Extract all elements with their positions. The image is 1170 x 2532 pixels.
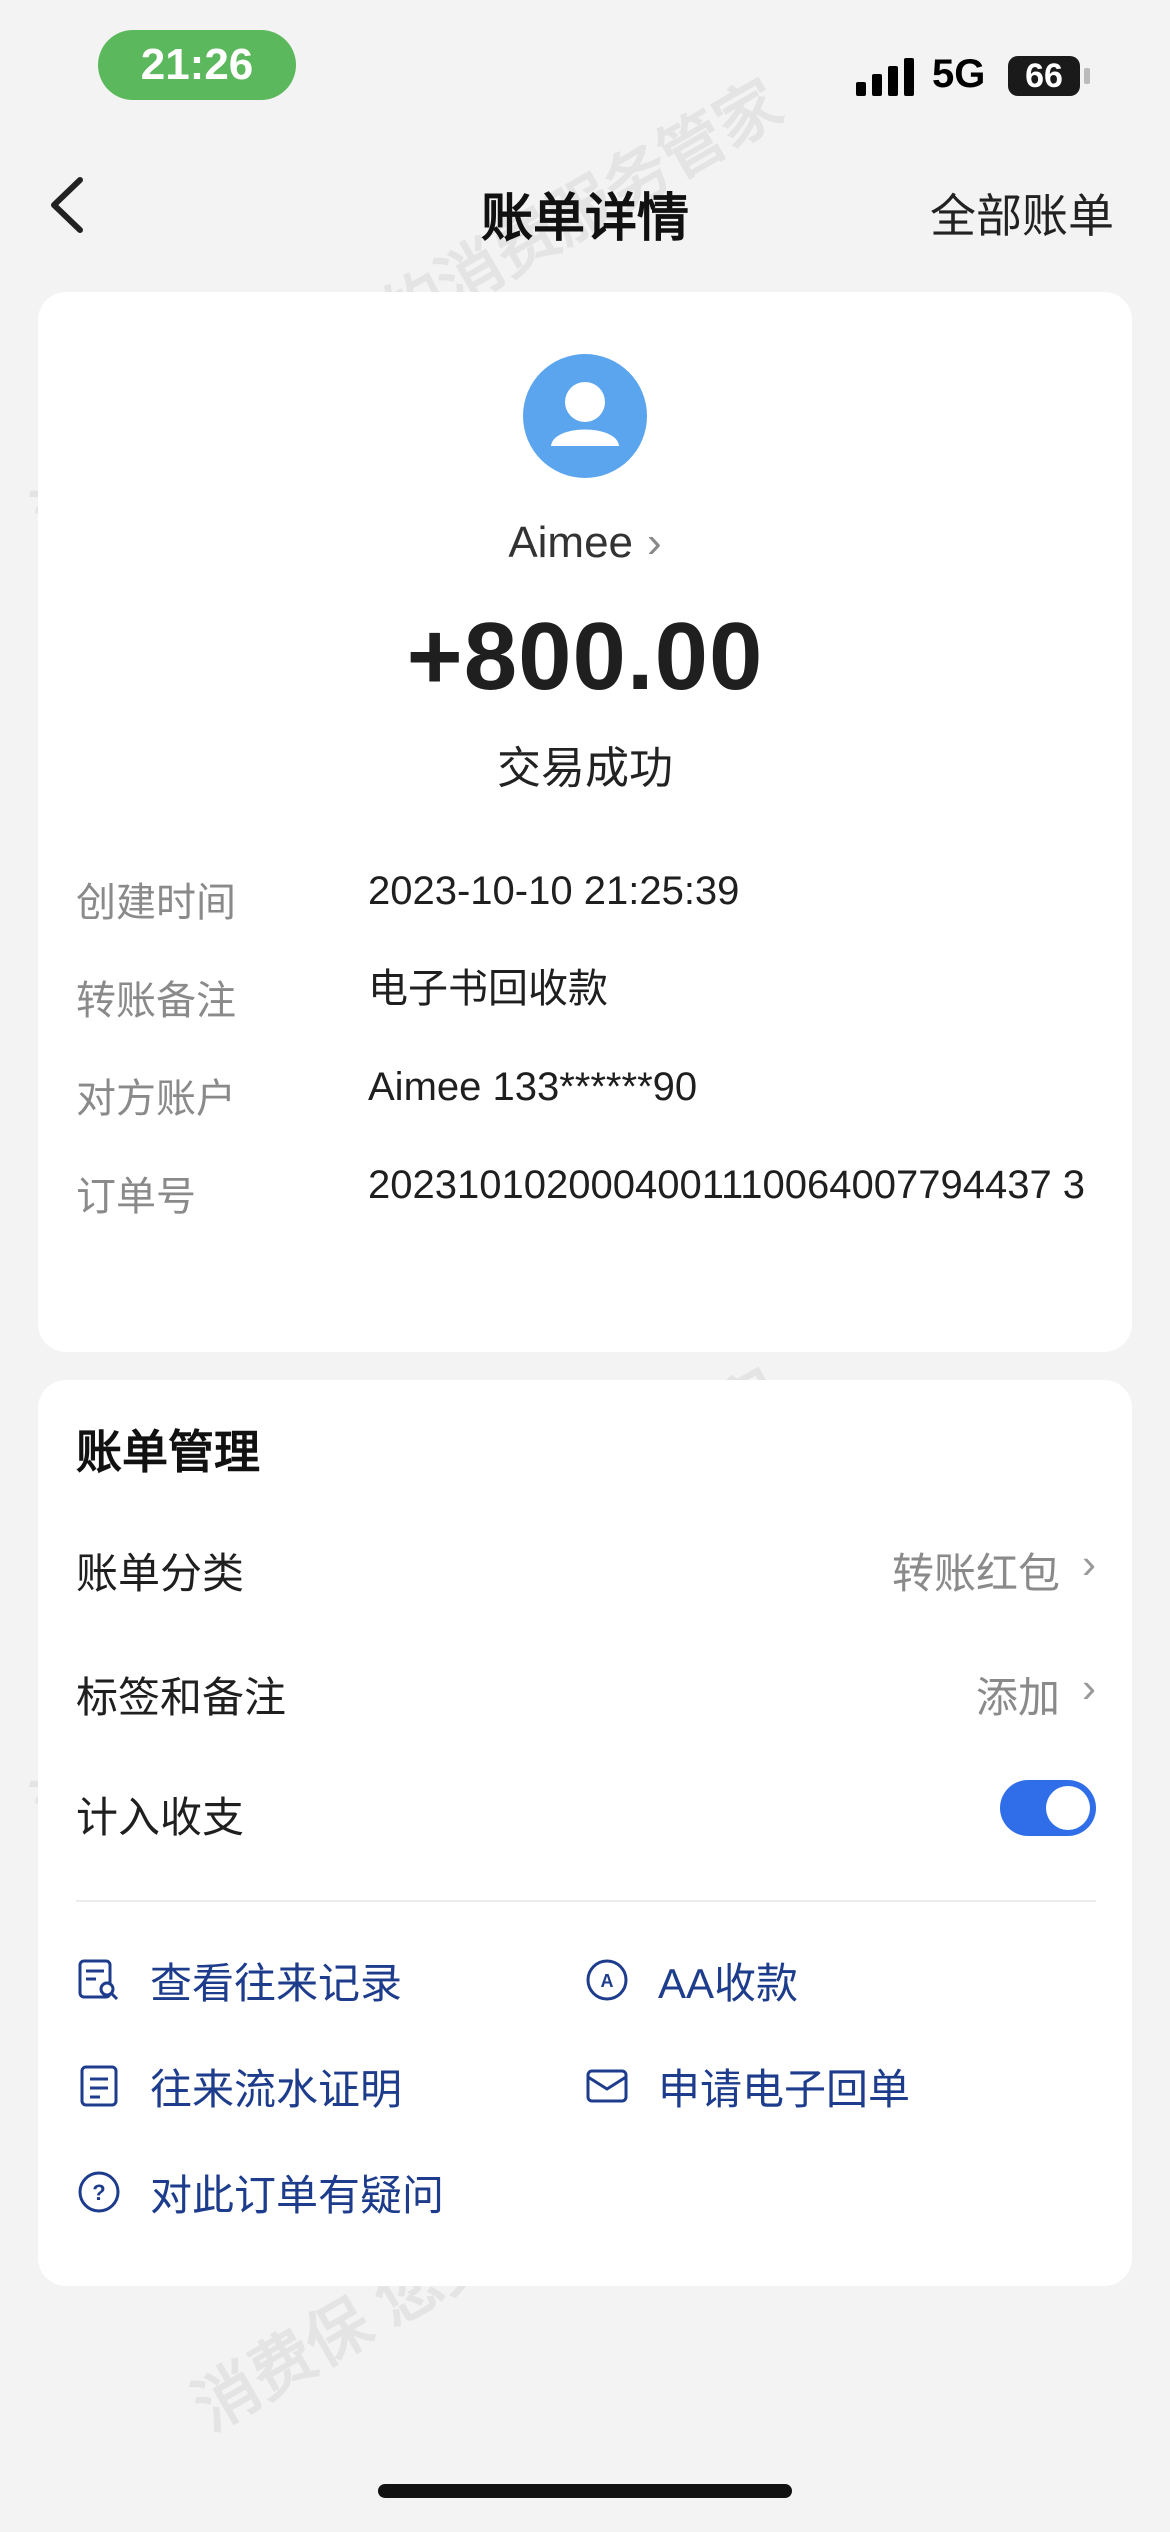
battery-tip — [1084, 68, 1090, 84]
bill-category-row[interactable]: 账单分类 转账红包 › — [76, 1532, 1096, 1602]
action-label: 申请电子回单 — [658, 2065, 911, 2113]
statement-proof-icon — [80, 2065, 118, 2107]
action-label: 往来流水证明 — [150, 2065, 403, 2113]
bill-management-card: 账单管理 账单分类 转账红包 › 标签和备注 添加 › 计入收支 查看往来记录 — [38, 1380, 1132, 2286]
detail-label: 订单号 — [76, 1175, 196, 1219]
transaction-card: Aimee › +800.00 交易成功 创建时间 2023-10-10 21:2… — [38, 292, 1132, 1352]
row-label: 账单分类 — [76, 1550, 245, 1597]
payee-name: Aimee — [508, 518, 634, 567]
action-label: 对此订单有疑问 — [150, 2171, 445, 2219]
transaction-status: 交易成功 — [497, 744, 673, 793]
signal-icon — [856, 56, 916, 96]
user-icon — [551, 382, 619, 446]
row-label: 计入收支 — [76, 1794, 245, 1841]
home-indicator[interactable] — [378, 2484, 792, 2498]
detail-value: 2023101020004001110064007794437 3 — [368, 1163, 1086, 1207]
svg-text:A: A — [601, 1971, 614, 1991]
detail-label: 转账备注 — [76, 979, 236, 1023]
status-time: 21:26 — [98, 30, 296, 100]
detail-label: 创建时间 — [76, 881, 236, 925]
aa-collect-icon: A — [586, 1959, 628, 2001]
row-label: 标签和备注 — [76, 1674, 287, 1721]
all-bills-link[interactable]: 全部账单 — [930, 180, 1114, 246]
envelope-icon — [586, 2069, 628, 2103]
row-value: 转账红包 — [891, 1550, 1060, 1597]
aa-collect-button[interactable]: A AA收款 — [584, 1950, 798, 2010]
order-question-button[interactable]: ? 对此订单有疑问 — [76, 2162, 444, 2222]
tags-remarks-row[interactable]: 标签和备注 添加 › — [76, 1656, 1096, 1726]
include-in-budget-row: 计入收支 — [76, 1776, 1096, 1846]
detail-label: 对方账户 — [76, 1077, 236, 1121]
transaction-amount: +800.00 — [406, 603, 764, 710]
navigation-bar: 账单详情 全部账单 — [0, 150, 1170, 260]
statement-proof-button[interactable]: 往来流水证明 — [76, 2056, 402, 2116]
status-bar: 21:26 5G 66 — [0, 0, 1170, 140]
include-in-budget-toggle[interactable] — [1000, 1780, 1096, 1836]
detail-value: 电子书回收款 — [368, 967, 608, 1011]
chevron-right-icon: › — [1082, 1540, 1096, 1587]
network-type: 5G — [932, 52, 986, 96]
divider — [76, 1900, 1096, 1902]
bill-detail-screen: 消费保 您身边的消费服务管家 消费保 您身边的消费服务管家 消费保 您身边的消费… — [0, 0, 1170, 2532]
action-label: 查看往来记录 — [150, 1959, 403, 2007]
detail-value: 2023-10-10 21:25:39 — [368, 869, 740, 913]
battery-icon: 66 — [1008, 56, 1080, 96]
svg-text:?: ? — [92, 2180, 105, 2205]
chevron-right-icon: › — [647, 518, 662, 567]
chevron-right-icon: › — [1082, 1664, 1096, 1711]
payee-name-link[interactable]: Aimee › — [38, 518, 1132, 568]
action-label: AA收款 — [658, 1959, 799, 2007]
request-receipt-button[interactable]: 申请电子回单 — [584, 2056, 910, 2116]
record-search-icon — [78, 1959, 119, 2001]
section-title: 账单管理 — [76, 1426, 260, 1478]
question-circle-icon: ? — [78, 2171, 120, 2213]
view-records-button[interactable]: 查看往来记录 — [76, 1950, 402, 2010]
detail-value: Aimee 133******90 — [368, 1065, 698, 1109]
row-value: 添加 — [975, 1674, 1060, 1721]
avatar[interactable] — [523, 354, 647, 478]
